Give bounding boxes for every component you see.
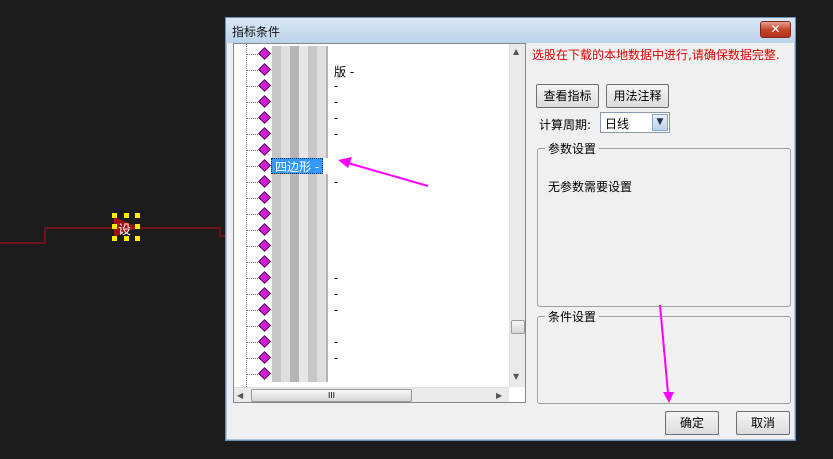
annotation-arrowhead-tree — [338, 157, 352, 168]
annotation-arrow-ok — [659, 304, 669, 394]
annotation-arrowhead-ok — [663, 392, 674, 403]
annotation-arrows — [338, 157, 674, 403]
annotation-arrow-tree — [347, 162, 429, 187]
